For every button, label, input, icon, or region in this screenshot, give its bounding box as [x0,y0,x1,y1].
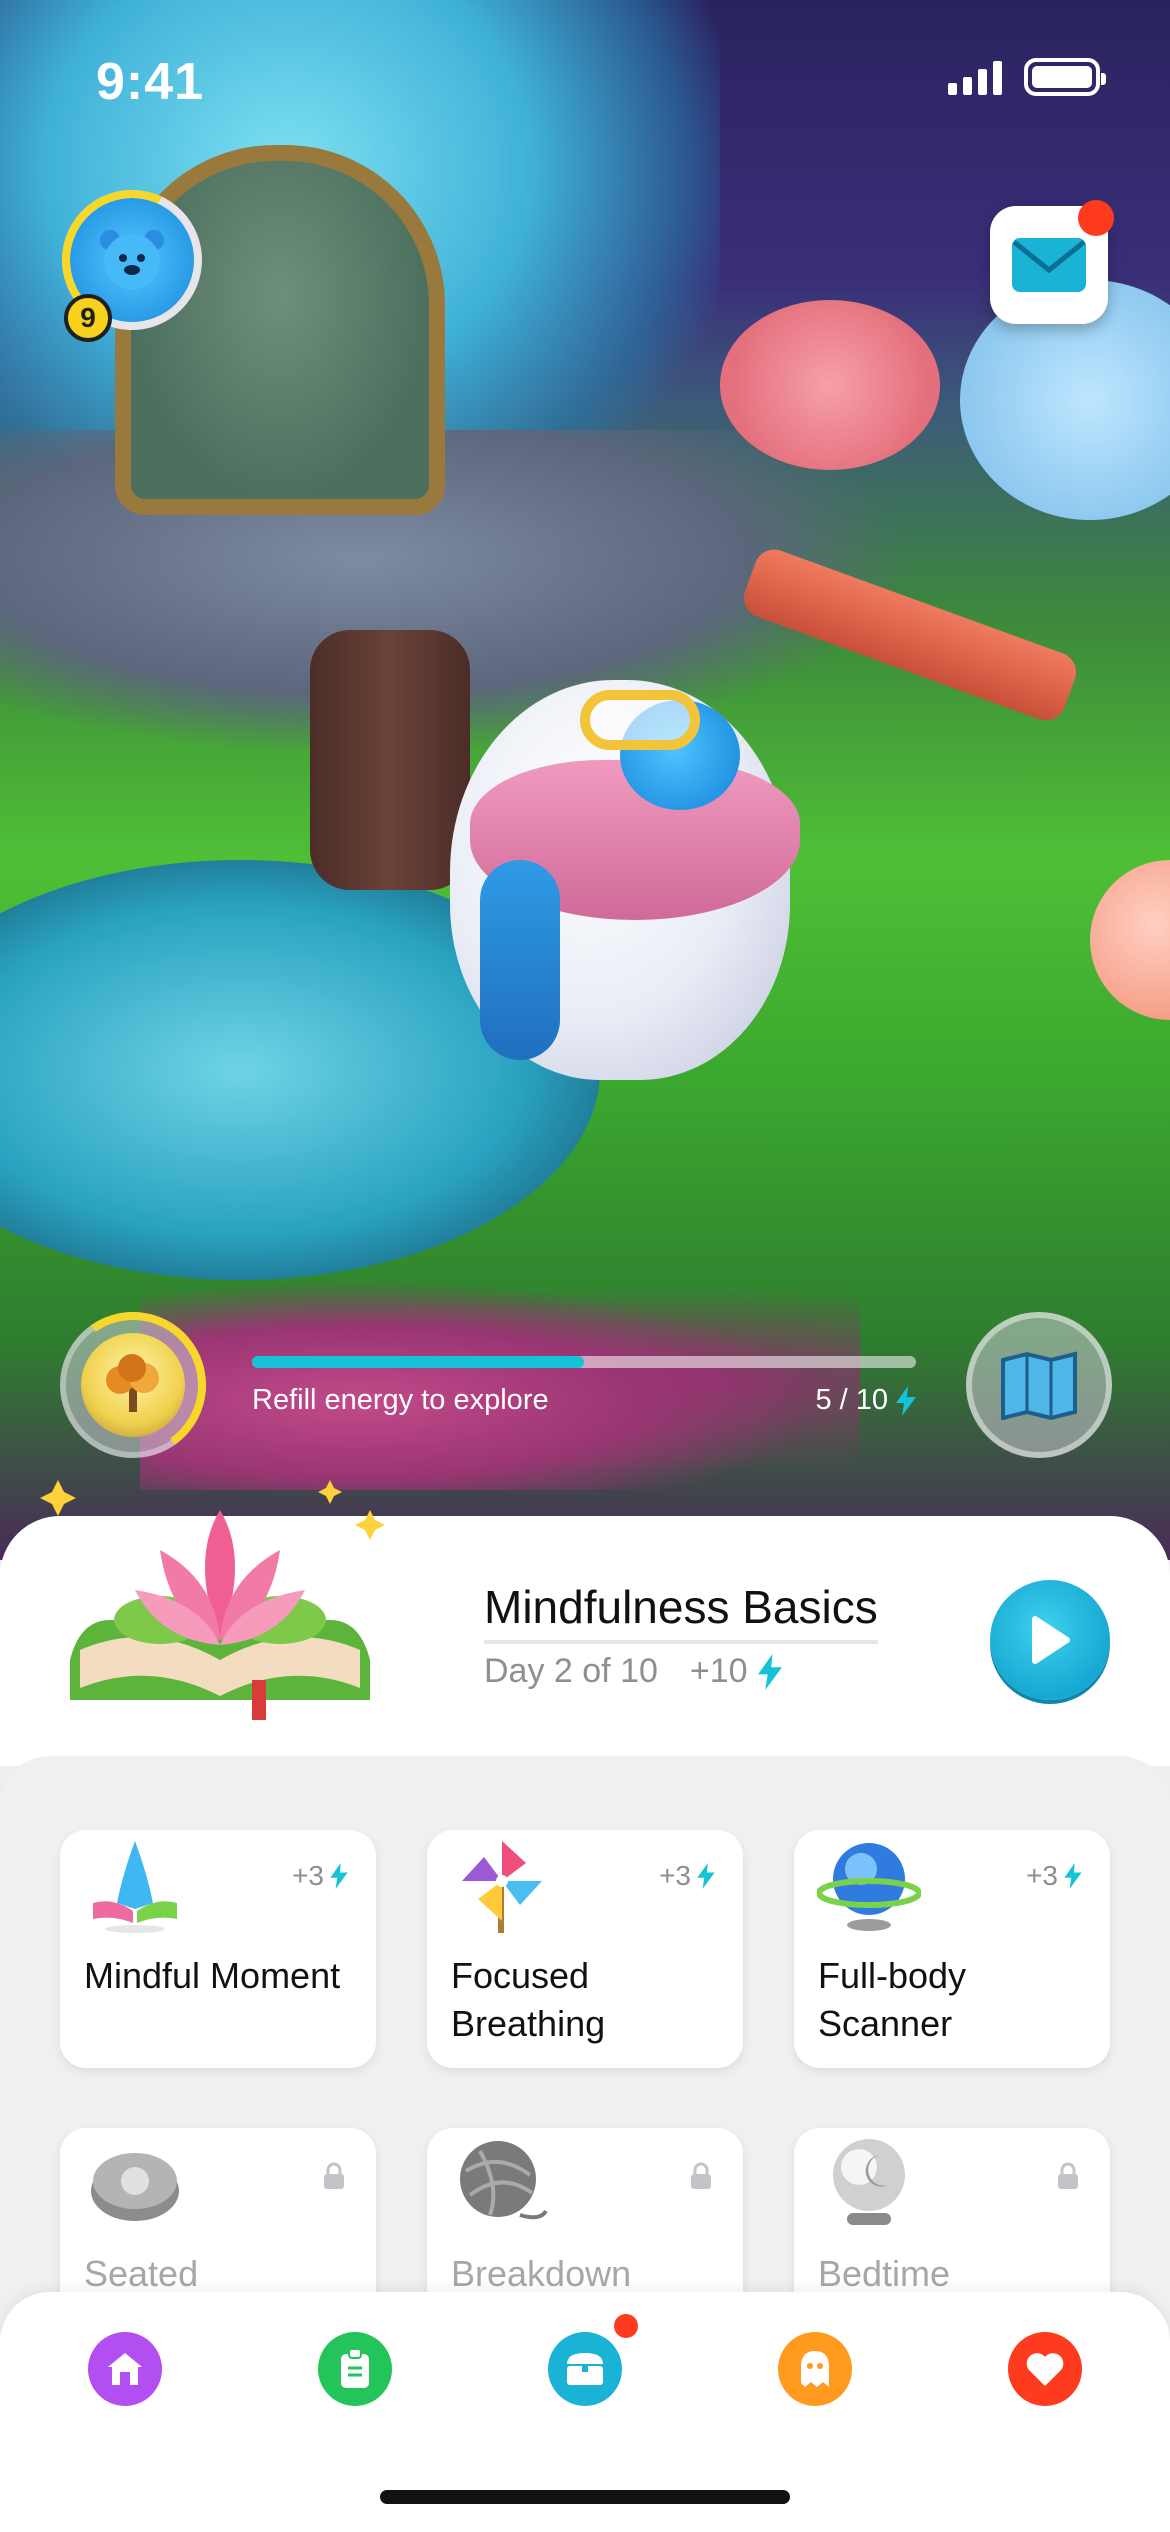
activity-name: Full-body Scanner [818,1955,967,2044]
journal-icon [341,2348,369,2388]
bolt-icon [330,1863,348,1889]
status-time: 9:41 [96,53,205,111]
nav-shop[interactable] [548,2332,622,2406]
bolt-icon [697,1863,715,1889]
energy-label: Refill energy to explore [252,1384,549,1416]
activity-reward: +3 [292,1860,348,1892]
profile-avatar[interactable]: 9 [42,170,222,350]
map-button[interactable] [966,1312,1112,1458]
activity-tile-full-body-scanner[interactable]: +3 Full-body Scanner [794,1830,1110,2068]
course-title[interactable]: Mindfulness Basics [484,1580,878,1644]
notification-dot [1078,200,1114,236]
ghost-icon [801,2351,829,2387]
crystal-orb-icon [817,1843,921,1931]
lotus-book-icon [40,1480,385,1720]
lock-icon [1058,2162,1078,2189]
yarn-ball-icon [460,2141,548,2220]
energy-plant-button[interactable] [48,1300,218,1470]
cushion-icon [91,2153,179,2221]
npc-critter[interactable] [1090,860,1170,1020]
nav-favorites[interactable] [1008,2332,1082,2406]
activity-name: Focused Breathing [451,1955,606,2044]
bolt-icon [1064,1863,1082,1889]
battery-icon [1024,58,1106,96]
pinwheel-icon [462,1841,542,1933]
envelope-icon [1012,238,1086,292]
inbox-button[interactable] [990,200,1114,324]
activity-name: Breakdown [451,2253,632,2294]
activity-tile-focused-breathing[interactable]: +3 Focused Breathing [427,1830,743,2068]
activity-name: Bedtime [818,2253,951,2294]
map-icon [1001,1351,1077,1420]
bolt-icon [896,1385,916,1416]
activity-reward: +3 [1026,1860,1082,1892]
lock-icon [691,2162,711,2189]
chest-icon [567,2353,603,2385]
signal-icon [948,59,1002,95]
lock-icon [324,2162,344,2189]
bear-avatar-icon [100,230,164,290]
nav-home[interactable] [88,2332,162,2406]
heart-icon [1026,2353,1064,2386]
play-icon [1032,1616,1070,1664]
status-icons [948,58,1106,96]
energy-count: 5 / 10 [815,1384,916,1417]
activity-name: Seated [84,2253,199,2294]
energy-progress-fill [252,1356,584,1368]
home-icon [108,2353,142,2385]
nav-friends[interactable] [778,2332,852,2406]
course-reward: +10 [689,1652,748,1690]
level-badge: 9 [64,294,112,342]
praying-hands-icon [93,1841,177,1933]
nav-journal[interactable] [318,2332,392,2406]
activity-grid: +3 Mindful Moment +3 Focused Breathing +… [60,1830,1110,2366]
course-progress: Day 2 of 10 [484,1652,658,1690]
moon-globe-icon [833,2139,905,2225]
activity-reward: +3 [659,1860,715,1892]
nav-notification-dot [614,2314,638,2338]
energy-count-text: 5 / 10 [815,1384,888,1416]
activity-tile-mindful-moment[interactable]: +3 Mindful Moment [60,1830,376,2068]
play-course-button[interactable] [990,1580,1110,1700]
bolt-icon [757,1653,782,1690]
home-indicator [380,2490,790,2504]
energy-progress-bar [252,1356,916,1368]
course-subtitle: Day 2 of 10 +10 [484,1652,782,1691]
activity-name: Mindful Moment [84,1955,341,1996]
